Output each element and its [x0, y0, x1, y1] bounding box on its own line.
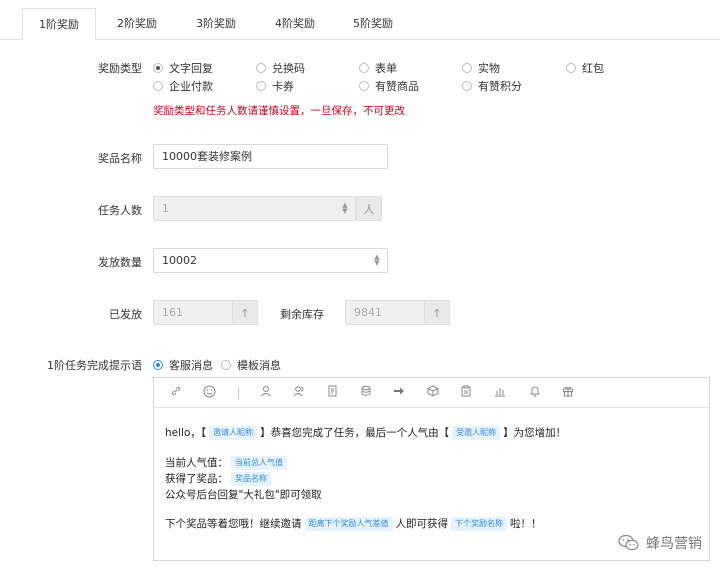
- toolbar-divider: [238, 387, 239, 400]
- arrow-right-icon[interactable]: [391, 385, 407, 401]
- radio-form[interactable]: 表单: [359, 60, 397, 76]
- stepper-icon[interactable]: ▲ ▼: [373, 254, 381, 267]
- radio-label: 有赞商品: [375, 80, 419, 93]
- issued-input: 161: [153, 300, 233, 325]
- text: 下个奖品等着您哦！继续邀请: [165, 518, 302, 530]
- variable-tag[interactable]: 奖品名称: [231, 472, 271, 486]
- users-icon[interactable]: [291, 385, 307, 401]
- radio-label: 表单: [375, 62, 397, 75]
- quantity-value: 10002: [162, 254, 197, 267]
- radio-label: 卡券: [272, 80, 294, 93]
- tab-tier-5[interactable]: 5阶奖励: [340, 8, 406, 40]
- radio-label: 有赞积分: [478, 80, 522, 93]
- bell-icon[interactable]: [527, 385, 543, 401]
- database-icon[interactable]: [358, 385, 374, 401]
- editor-toolbar: [154, 378, 709, 408]
- watermark: 蜂鸟营销: [618, 533, 702, 553]
- prize-name-value: 10000套装修案例: [162, 150, 252, 163]
- quantity-input[interactable]: 10002 ▲ ▼: [153, 248, 388, 273]
- arrow-up-icon: ↑: [424, 300, 450, 325]
- editor-line-5: 下个奖品等着您哦！继续邀请 距离下个奖励人气差值 人即可获得 下个奖励名称 啦！！: [165, 516, 542, 531]
- radio-circle: [221, 360, 231, 370]
- task-count-value: 1: [162, 202, 169, 215]
- message-label: 1阶任务完成提示语: [47, 359, 142, 372]
- text: 获得了奖品：: [165, 473, 228, 485]
- text: 人即可获得: [395, 518, 449, 530]
- radio-label: 实物: [478, 62, 500, 75]
- tab-tier-2[interactable]: 2阶奖励: [104, 8, 170, 40]
- radio-youzan-points[interactable]: 有赞积分: [462, 78, 522, 94]
- editor-line-1: hello，【 邀请人昵称 】恭喜您完成了任务，最后一个人气由【 受邀人昵称 】为您增加…: [165, 425, 566, 440]
- stock-value: 9841: [354, 306, 382, 319]
- radio-circle: [256, 81, 266, 91]
- stock-label: 剩余库存: [280, 308, 324, 321]
- radio-redeem-code[interactable]: 兑换码: [256, 60, 305, 76]
- radio-red-packet[interactable]: 红包: [566, 60, 604, 76]
- reward-type-warning: 奖励类型和任务人数请谨慎设置，一旦保存，不可更改: [153, 105, 405, 117]
- radio-circle: [462, 81, 472, 91]
- chart-icon[interactable]: [492, 385, 508, 401]
- reward-tier-tabs: 1阶奖励 2阶奖励 3阶奖励 4阶奖励 5阶奖励: [0, 0, 720, 41]
- text: 】为您增加！: [503, 427, 567, 439]
- task-count-input: 1 ▲ ▼: [153, 196, 356, 221]
- radio-circle: [359, 81, 369, 91]
- task-count-unit: 人: [356, 196, 382, 221]
- radio-circle: [566, 63, 576, 73]
- radio-text-reply[interactable]: 文字回复: [153, 60, 213, 76]
- radio-customer-service-message[interactable]: 客服消息: [153, 357, 213, 373]
- radio-circle: [462, 63, 472, 73]
- variable-tag[interactable]: 下个奖励名称: [451, 517, 507, 531]
- user-icon[interactable]: [258, 385, 274, 401]
- wechat-icon: [618, 534, 640, 552]
- radio-label: 企业付款: [169, 80, 213, 93]
- text: 啦！！: [510, 518, 542, 530]
- stock-input: 9841: [345, 300, 425, 325]
- reward-type-label: 奖励类型: [98, 62, 142, 75]
- radio-template-message[interactable]: 模板消息: [221, 357, 281, 373]
- emoji-icon[interactable]: [201, 385, 217, 401]
- radio-label: 模板消息: [237, 359, 281, 372]
- editor-line-4: 公众号后台回复"大礼包"即可领取: [165, 489, 322, 501]
- prize-name-label: 奖品名称: [98, 152, 142, 165]
- issued-value: 161: [162, 306, 183, 319]
- issued-label: 已发放: [109, 308, 142, 321]
- tab-tier-1[interactable]: 1阶奖励: [22, 8, 96, 41]
- radio-circle: [153, 360, 163, 370]
- radio-label: 兑换码: [272, 62, 305, 75]
- radio-label: 红包: [582, 62, 604, 75]
- radio-label: 文字回复: [169, 62, 213, 75]
- radio-circle: [359, 63, 369, 73]
- quantity-label: 发放数量: [98, 256, 142, 269]
- text: 】恭喜您完成了任务，最后一个人气由【: [260, 427, 450, 439]
- text: 当前人气值：: [165, 457, 228, 469]
- radio-coupon[interactable]: 卡券: [256, 78, 294, 94]
- watermark-text: 蜂鸟营销: [646, 536, 702, 552]
- radio-youzan-product[interactable]: 有赞商品: [359, 78, 419, 94]
- arrow-up-icon: ↑: [232, 300, 258, 325]
- variable-tag[interactable]: 受邀人昵称: [452, 426, 501, 440]
- tab-tier-4[interactable]: 4阶奖励: [262, 8, 328, 40]
- link-icon[interactable]: [168, 385, 184, 401]
- radio-enterprise-payment[interactable]: 企业付款: [153, 78, 213, 94]
- editor-line-2: 当前人气值： 当前总人气值: [165, 455, 290, 470]
- variable-tag[interactable]: 距离下个奖励人气差值: [304, 517, 393, 531]
- text: hello，【: [165, 427, 207, 439]
- prize-name-input[interactable]: 10000套装修案例: [153, 144, 388, 169]
- tab-tier-3[interactable]: 3阶奖励: [183, 8, 249, 40]
- radio-circle: [256, 63, 266, 73]
- radio-circle: [153, 63, 163, 73]
- clipboard-icon[interactable]: [458, 385, 474, 401]
- editor-line-3: 获得了奖品： 奖品名称: [165, 471, 274, 486]
- box-icon[interactable]: [425, 385, 441, 401]
- gift-icon[interactable]: [560, 385, 576, 401]
- document-icon[interactable]: [325, 385, 341, 401]
- radio-circle: [153, 81, 163, 91]
- variable-tag[interactable]: 当前总人气值: [231, 456, 287, 470]
- stepper-icon: ▲ ▼: [342, 201, 348, 215]
- radio-physical[interactable]: 实物: [462, 60, 500, 76]
- radio-label: 客服消息: [169, 359, 213, 372]
- variable-tag[interactable]: 邀请人昵称: [209, 426, 258, 440]
- task-count-label: 任务人数: [98, 204, 142, 217]
